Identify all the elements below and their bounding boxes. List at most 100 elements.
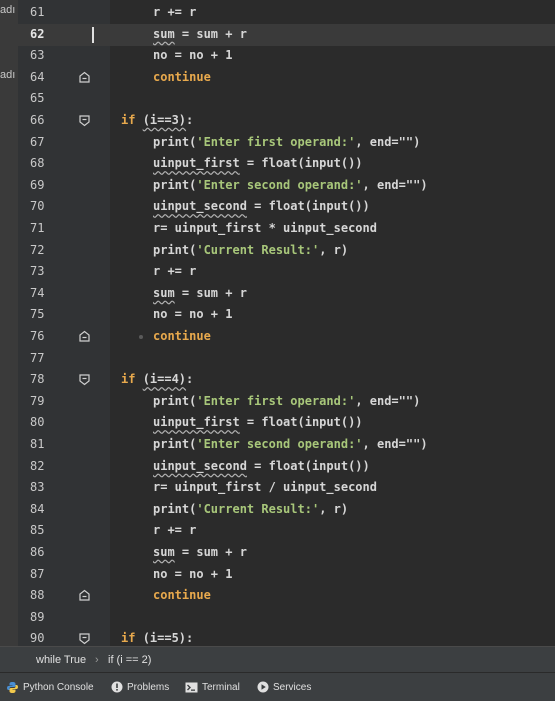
code-line[interactable]: 82 uinput_second = float(input()) xyxy=(0,456,555,478)
line-number[interactable]: 68 xyxy=(30,156,44,170)
line-number[interactable]: 76 xyxy=(30,329,44,343)
line-number[interactable]: 78 xyxy=(30,372,44,386)
code-text[interactable]: sum = sum + r xyxy=(153,286,247,300)
line-number[interactable]: 61 xyxy=(30,5,44,19)
line-number[interactable]: 75 xyxy=(30,307,44,321)
line-number[interactable]: 65 xyxy=(30,91,44,105)
breadcrumb-item-while[interactable]: while True xyxy=(36,654,86,666)
code-line[interactable]: 83 r= uinput_first / uinput_second xyxy=(0,477,555,499)
code-line[interactable]: 89 xyxy=(0,607,555,629)
code-text[interactable]: continue xyxy=(153,70,211,84)
code-text[interactable]: r += r xyxy=(153,5,196,19)
code-line[interactable]: 67 print('Enter first operand:', end="") xyxy=(0,132,555,154)
line-number[interactable]: 70 xyxy=(30,199,44,213)
line-number[interactable]: 89 xyxy=(30,610,44,624)
code-text[interactable]: r= uinput_first / uinput_second xyxy=(153,480,377,494)
code-line[interactable]: 72 print('Current Result:', r) xyxy=(0,240,555,262)
code-text[interactable]: print('Enter second operand:', end="") xyxy=(153,178,428,192)
problems-tab[interactable]: Problems xyxy=(111,680,169,694)
code-text[interactable]: uinput_second = float(input()) xyxy=(153,459,370,473)
line-number[interactable]: 84 xyxy=(30,502,44,516)
code-line[interactable]: 75 no = no + 1 xyxy=(0,304,555,326)
fold-collapse-icon[interactable] xyxy=(78,114,91,127)
code-line[interactable]: 69 print('Enter second operand:', end="") xyxy=(0,175,555,197)
code-line[interactable]: 65 xyxy=(0,88,555,110)
code-line[interactable]: 78 if (i==4): xyxy=(0,369,555,391)
code-line[interactable]: 73 r += r xyxy=(0,261,555,283)
line-number[interactable]: 82 xyxy=(30,459,44,473)
line-number[interactable]: 71 xyxy=(30,221,44,235)
code-line[interactable]: 84 print('Current Result:', r) xyxy=(0,499,555,521)
code-text[interactable]: no = no + 1 xyxy=(153,567,232,581)
code-line[interactable]: 88 continue xyxy=(0,585,555,607)
code-text[interactable]: print('Current Result:', r) xyxy=(153,243,348,257)
line-number[interactable]: 69 xyxy=(30,178,44,192)
line-number[interactable]: 86 xyxy=(30,545,44,559)
code-line[interactable]: 66 if (i==3): xyxy=(0,110,555,132)
fold-collapse-icon[interactable] xyxy=(78,373,91,386)
line-number[interactable]: 87 xyxy=(30,567,44,581)
line-number[interactable]: 73 xyxy=(30,264,44,278)
code-text[interactable]: uinput_second = float(input()) xyxy=(153,199,370,213)
code-line[interactable]: 85 r += r xyxy=(0,520,555,542)
code-text[interactable]: print('Enter first operand:', end="") xyxy=(153,135,420,149)
code-text[interactable]: continue xyxy=(153,329,211,343)
code-line[interactable]: 80 uinput_first = float(input()) xyxy=(0,412,555,434)
fold-end-icon[interactable] xyxy=(78,589,91,602)
code-text[interactable]: sum = sum + r xyxy=(153,27,247,41)
code-text[interactable]: print('Current Result:', r) xyxy=(153,502,348,516)
line-number[interactable]: 83 xyxy=(30,480,44,494)
line-number[interactable]: 85 xyxy=(30,523,44,537)
line-number[interactable]: 88 xyxy=(30,588,44,602)
code-line[interactable]: 74 sum = sum + r xyxy=(0,283,555,305)
code-text[interactable]: print('Enter first operand:', end="") xyxy=(153,394,420,408)
line-number[interactable]: 64 xyxy=(30,70,44,84)
code-line[interactable]: 86 sum = sum + r xyxy=(0,542,555,564)
fold-end-icon[interactable] xyxy=(78,71,91,84)
line-number[interactable]: 77 xyxy=(30,351,44,365)
code-text[interactable]: uinput_first = float(input()) xyxy=(153,415,363,429)
breadcrumb-item-if[interactable]: if (i == 2) xyxy=(108,654,151,666)
terminal-tab[interactable]: Terminal xyxy=(185,680,240,694)
line-number[interactable]: 81 xyxy=(30,437,44,451)
line-number[interactable]: 72 xyxy=(30,243,44,257)
code-line[interactable]: 63 no = no + 1 xyxy=(0,45,555,67)
code-line[interactable]: 76 continue xyxy=(0,326,555,348)
fold-collapse-icon[interactable] xyxy=(78,632,91,645)
line-number[interactable]: 67 xyxy=(30,135,44,149)
code-line[interactable]: 62 sum = sum + r xyxy=(0,23,555,46)
code-text[interactable]: no = no + 1 xyxy=(153,48,232,62)
code-line[interactable]: 71 r= uinput_first * uinput_second xyxy=(0,218,555,240)
code-text[interactable]: r += r xyxy=(153,264,196,278)
code-text[interactable]: if (i==3): xyxy=(121,113,193,127)
code-text[interactable]: uinput_first = float(input()) xyxy=(153,156,363,170)
code-editor[interactable]: adı adı 61 r += r 62 sum = sum + r 63 no = no… xyxy=(0,0,555,646)
code-text[interactable]: if (i==5): xyxy=(121,631,193,645)
line-number[interactable]: 66 xyxy=(30,113,44,127)
code-text[interactable]: if (i==4): xyxy=(121,372,193,386)
code-text[interactable]: sum = sum + r xyxy=(153,545,247,559)
code-text[interactable]: r= uinput_first * uinput_second xyxy=(153,221,377,235)
code-text[interactable]: r += r xyxy=(153,523,196,537)
code-text[interactable]: no = no + 1 xyxy=(153,307,232,321)
code-line[interactable]: 79 print('Enter first operand:', end="") xyxy=(0,391,555,413)
code-line[interactable]: 61 r += r xyxy=(0,2,555,24)
line-number[interactable]: 74 xyxy=(30,286,44,300)
fold-end-icon[interactable] xyxy=(78,330,91,343)
services-tab[interactable]: Services xyxy=(257,680,311,694)
code-text[interactable]: print('Enter second operand:', end="") xyxy=(153,437,428,451)
code-line[interactable]: 90 if (i==5): xyxy=(0,628,555,646)
line-number[interactable]: 90 xyxy=(30,631,44,645)
line-number[interactable]: 79 xyxy=(30,394,44,408)
code-line[interactable]: 77 xyxy=(0,348,555,370)
line-number[interactable]: 80 xyxy=(30,415,44,429)
python-console-tab[interactable]: Python Console xyxy=(6,680,94,694)
line-number[interactable]: 63 xyxy=(30,48,44,62)
code-line[interactable]: 87 no = no + 1 xyxy=(0,564,555,586)
code-line[interactable]: 70 uinput_second = float(input()) xyxy=(0,196,555,218)
line-number[interactable]: 62 xyxy=(30,27,44,41)
code-line[interactable]: 81 print('Enter second operand:', end="") xyxy=(0,434,555,456)
code-text[interactable]: continue xyxy=(153,588,211,602)
code-line[interactable]: 68 uinput_first = float(input()) xyxy=(0,153,555,175)
code-line[interactable]: 64 continue xyxy=(0,67,555,89)
